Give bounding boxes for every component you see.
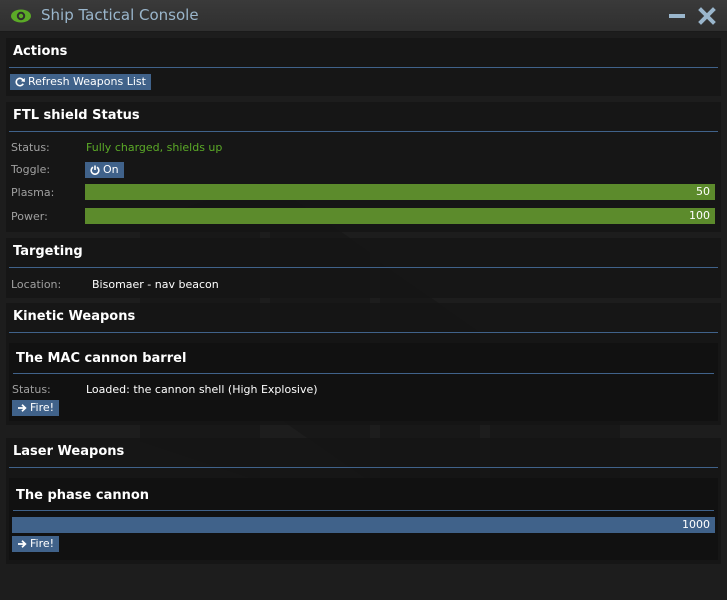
status-label: Status: bbox=[11, 141, 50, 154]
title-bar[interactable]: Ship Tactical Console bbox=[0, 0, 727, 32]
section-divider bbox=[13, 373, 714, 374]
location-label: Location: bbox=[11, 278, 62, 291]
shield-toggle-button[interactable]: On bbox=[85, 162, 124, 178]
section-divider bbox=[9, 467, 718, 468]
mac-status-label: Status: bbox=[12, 383, 51, 396]
power-value: 100 bbox=[689, 209, 710, 222]
targeting-section: Targeting Location: Bisomaer - nav beaco… bbox=[6, 238, 721, 298]
kinetic-weapons-section: Kinetic Weapons The MAC cannon barrel St… bbox=[6, 303, 721, 425]
refresh-icon bbox=[15, 77, 25, 87]
location-value: Bisomaer - nav beacon bbox=[92, 278, 219, 291]
actions-section: Actions Refresh Weapons List bbox=[6, 38, 721, 96]
mac-cannon-panel: The MAC cannon barrel Status: Loaded: th… bbox=[9, 343, 718, 421]
plasma-bar-fill bbox=[86, 185, 714, 199]
mac-status-value: Loaded: the cannon shell (High Explosive… bbox=[86, 383, 318, 396]
power-icon bbox=[90, 165, 100, 175]
ftl-shield-section: FTL shield Status Status: Fully charged,… bbox=[6, 102, 721, 232]
phase-cannon-charge-fill bbox=[13, 518, 714, 532]
power-bar: 100 bbox=[85, 208, 715, 224]
mac-fire-label: Fire! bbox=[30, 401, 55, 414]
section-divider bbox=[13, 510, 714, 511]
power-label: Power: bbox=[11, 210, 48, 223]
power-bar-fill bbox=[86, 209, 714, 223]
actions-title: Actions bbox=[13, 44, 68, 59]
ftl-shield-title: FTL shield Status bbox=[13, 108, 140, 123]
phase-cannon-fire-button[interactable]: Fire! bbox=[12, 536, 60, 552]
minimize-icon[interactable] bbox=[668, 8, 686, 24]
arrow-right-icon bbox=[18, 540, 27, 548]
targeting-title: Targeting bbox=[13, 244, 83, 259]
section-divider bbox=[9, 267, 718, 268]
arrow-right-icon bbox=[18, 404, 27, 412]
plasma-value: 50 bbox=[696, 185, 710, 198]
mac-cannon-title: The MAC cannon barrel bbox=[16, 351, 187, 366]
phase-cannon-title: The phase cannon bbox=[16, 488, 150, 503]
laser-weapons-title: Laser Weapons bbox=[13, 444, 125, 459]
close-icon[interactable] bbox=[698, 6, 716, 26]
window-title: Ship Tactical Console bbox=[41, 6, 199, 24]
shield-status-value: Fully charged, shields up bbox=[86, 141, 223, 154]
eye-icon bbox=[11, 9, 31, 23]
phase-cannon-panel: The phase cannon 1000 Fire! bbox=[9, 478, 718, 560]
section-divider bbox=[9, 67, 718, 68]
refresh-weapons-button[interactable]: Refresh Weapons List bbox=[10, 74, 151, 90]
section-divider bbox=[9, 131, 718, 132]
laser-weapons-section: Laser Weapons The phase cannon 1000 Fire… bbox=[6, 438, 721, 564]
section-divider bbox=[9, 332, 718, 333]
plasma-label: Plasma: bbox=[11, 186, 55, 199]
mac-fire-button[interactable]: Fire! bbox=[12, 400, 60, 416]
shield-toggle-label: On bbox=[103, 163, 119, 176]
phase-cannon-fire-label: Fire! bbox=[30, 537, 55, 550]
plasma-bar: 50 bbox=[85, 184, 715, 200]
refresh-weapons-label: Refresh Weapons List bbox=[28, 75, 146, 88]
ship-tactical-console-window: Ship Tactical Console Actions Refresh We… bbox=[0, 0, 727, 600]
phase-cannon-charge-value: 1000 bbox=[682, 518, 710, 531]
phase-cannon-charge-bar: 1000 bbox=[12, 517, 715, 533]
kinetic-weapons-title: Kinetic Weapons bbox=[13, 309, 136, 324]
console-content: Actions Refresh Weapons List FTL shield … bbox=[0, 32, 727, 600]
toggle-label: Toggle: bbox=[11, 163, 51, 176]
